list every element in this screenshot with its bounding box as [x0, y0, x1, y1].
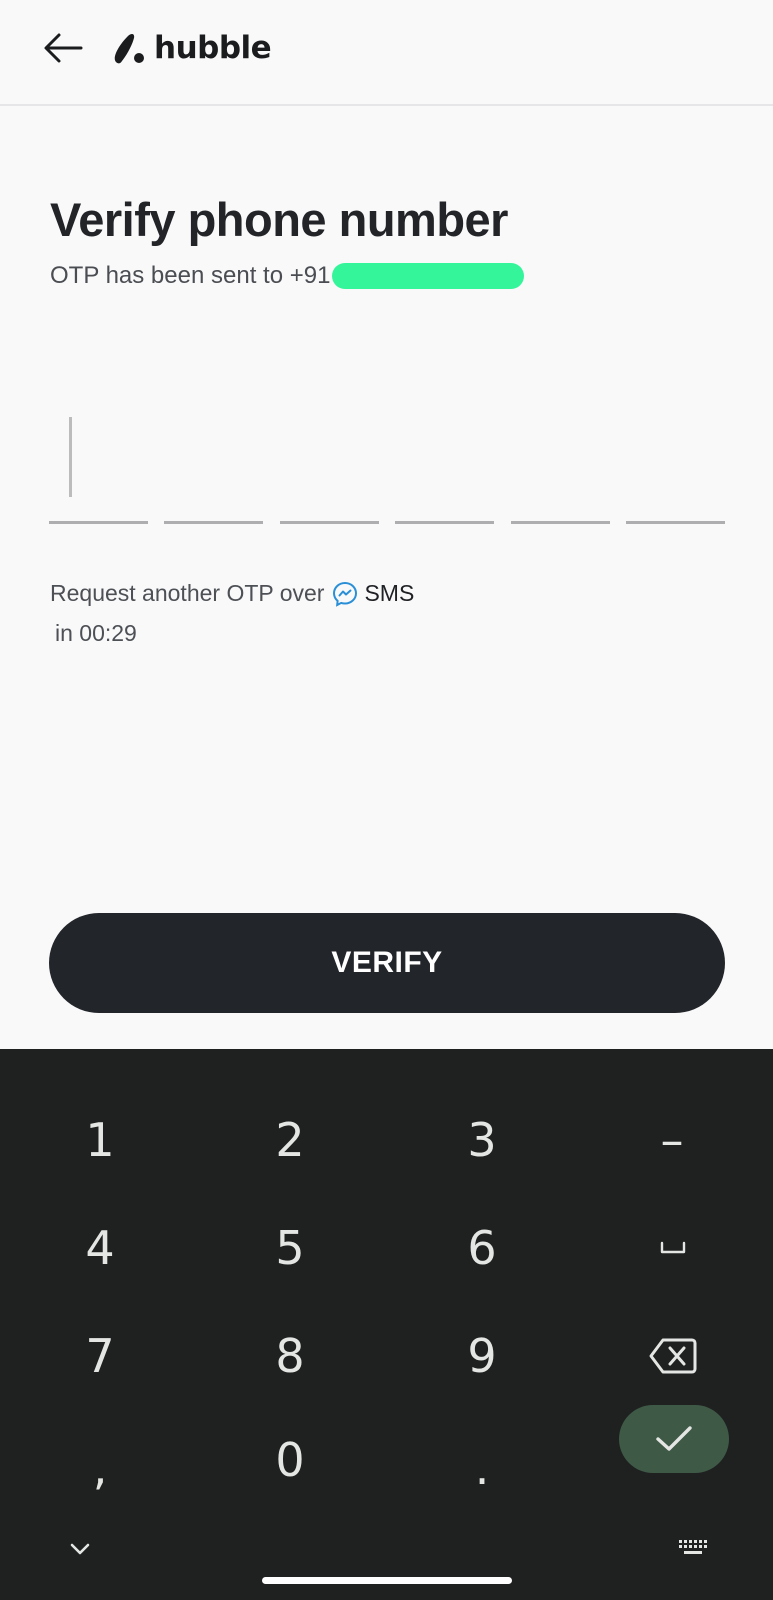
hubble-logo-mark-icon: [114, 33, 144, 64]
otp-sent-text: OTP has been sent to +91: [50, 262, 331, 289]
key-5[interactable]: 5: [230, 1203, 350, 1293]
backspace-icon: [649, 1338, 697, 1374]
key-8[interactable]: 8: [230, 1311, 350, 1401]
text-caret: [69, 417, 72, 497]
key-1[interactable]: 1: [40, 1095, 160, 1185]
key-switch-keyboard[interactable]: [658, 1519, 728, 1579]
key-9[interactable]: 9: [422, 1311, 542, 1401]
key-backspace[interactable]: [638, 1321, 708, 1391]
key-4[interactable]: 4: [40, 1203, 160, 1293]
key-dash[interactable]: –: [612, 1095, 732, 1185]
key-period[interactable]: .: [422, 1423, 542, 1513]
otp-sent-subtitle: OTP has been sent to +91: [50, 262, 525, 290]
checkmark-icon: [656, 1426, 692, 1451]
otp-digit-3[interactable]: [279, 400, 379, 524]
chat-bubble-icon: [333, 581, 358, 607]
key-comma[interactable]: ,: [40, 1423, 160, 1513]
otp-digit-1[interactable]: [49, 400, 148, 524]
otp-digit-5[interactable]: [510, 400, 610, 524]
key-3[interactable]: 3: [422, 1095, 542, 1185]
otp-digit-2[interactable]: [164, 400, 264, 524]
masked-phone-number: [332, 263, 525, 289]
page-title: Verify phone number: [50, 193, 508, 246]
otp-input-group: [49, 400, 725, 524]
space-bar-icon: [660, 1241, 686, 1254]
resend-otp-text: Request another OTP over: [50, 580, 325, 606]
key-done[interactable]: [619, 1405, 729, 1473]
key-6[interactable]: 6: [422, 1203, 542, 1293]
numeric-keyboard: 1 2 3 – 4 5 6 7 8 9 , 0 .: [0, 1049, 773, 1600]
resend-sms-link[interactable]: SMS: [364, 580, 414, 607]
key-2[interactable]: 2: [230, 1095, 350, 1185]
key-collapse-keyboard[interactable]: [45, 1519, 115, 1579]
resend-otp-row: Request another OTP over SMS: [50, 580, 414, 607]
otp-digit-4[interactable]: [395, 400, 495, 524]
otp-digit-6[interactable]: [625, 400, 725, 524]
hubble-logo: hubble: [110, 26, 272, 70]
verify-button[interactable]: VERIFY: [49, 913, 725, 1013]
back-button[interactable]: [40, 26, 86, 70]
chevron-down-icon: [70, 1543, 90, 1555]
logo-text: hubble: [154, 30, 272, 66]
key-7[interactable]: 7: [40, 1311, 160, 1401]
resend-timer: in 00:29: [55, 620, 137, 646]
key-space[interactable]: [638, 1213, 708, 1283]
keyboard-icon: [679, 1540, 707, 1554]
key-0[interactable]: 0: [230, 1415, 350, 1505]
gesture-navigation-bar[interactable]: [262, 1577, 512, 1584]
app-header: hubble: [0, 0, 773, 106]
arrow-left-icon: [44, 33, 83, 63]
